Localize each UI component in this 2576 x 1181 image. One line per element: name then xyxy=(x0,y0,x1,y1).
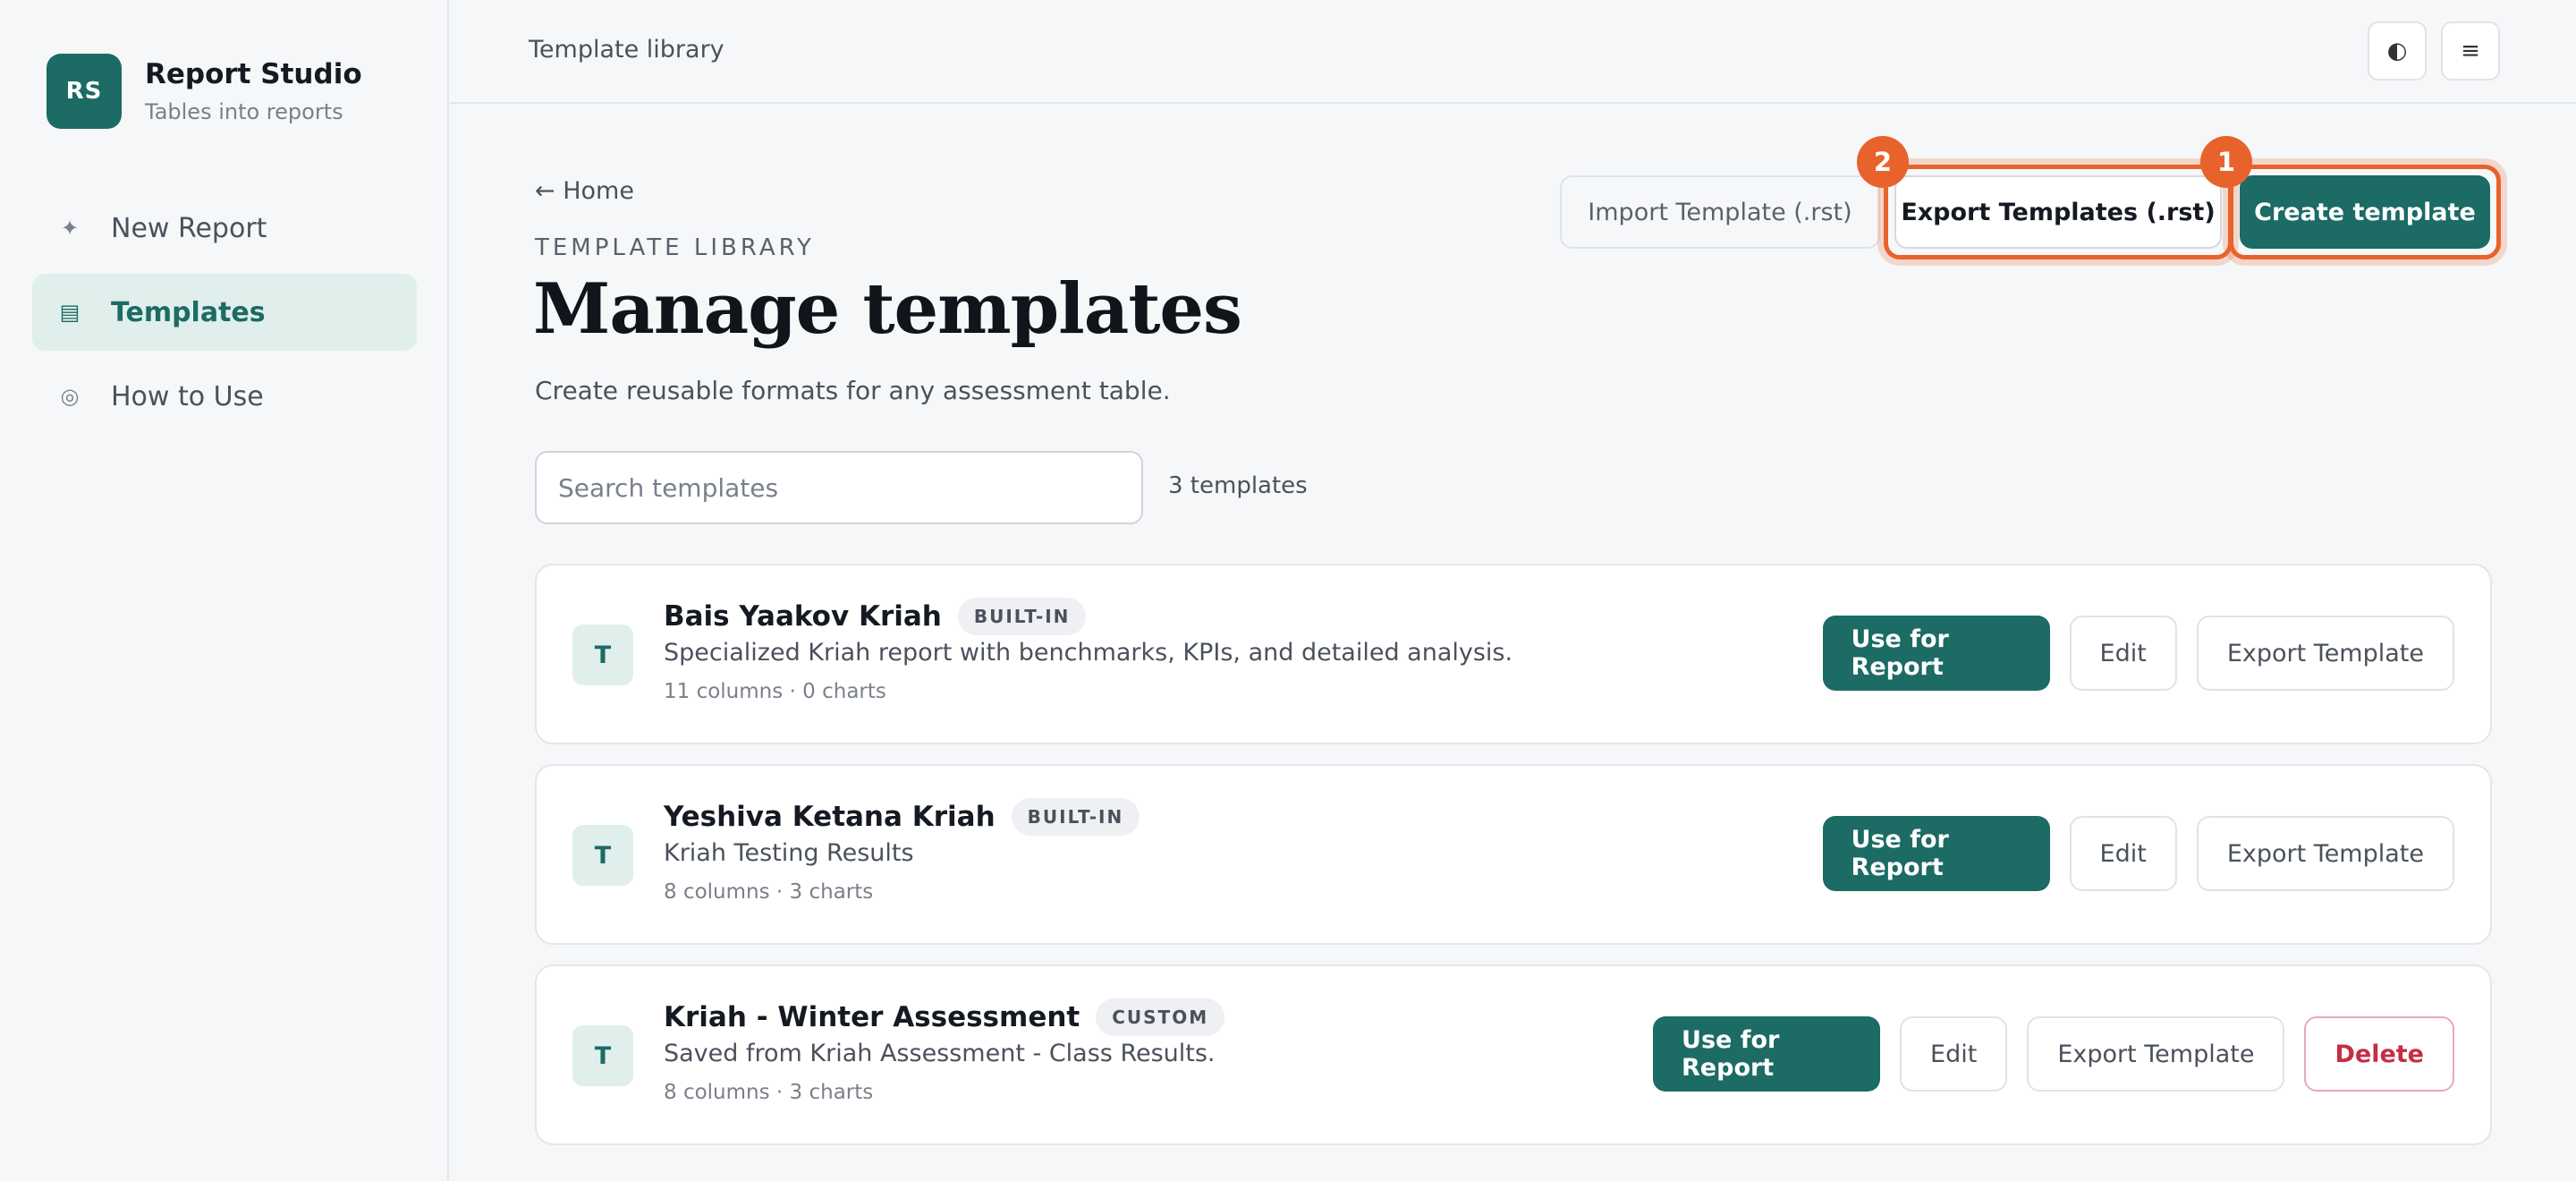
template-card: T Bais Yaakov Kriah BUILT-IN Specialized… xyxy=(535,564,2492,744)
sidebar-item-new-report[interactable]: ✦ New Report xyxy=(32,190,417,267)
app-tagline: Tables into reports xyxy=(145,99,343,124)
template-type-badge: BUILT-IN xyxy=(957,598,1087,635)
template-type-badge: CUSTOM xyxy=(1096,998,1225,1036)
use-for-report-button[interactable]: Use for Report xyxy=(1822,616,2050,691)
theme-toggle-button[interactable]: ◐ xyxy=(2368,21,2427,81)
help-circle-icon: ◎ xyxy=(60,384,80,409)
sidebar-item-label: Templates xyxy=(111,296,266,328)
template-avatar: T xyxy=(572,624,633,685)
create-template-button[interactable]: Create template xyxy=(2240,175,2490,249)
template-avatar: T xyxy=(572,825,633,886)
page-subtitle: Create reusable formats for any assessme… xyxy=(535,376,1171,405)
export-templates-button[interactable]: Export Templates (.rst) xyxy=(1894,175,2222,249)
template-meta: 8 columns · 3 charts xyxy=(664,880,874,904)
export-template-button[interactable]: Export Template xyxy=(2196,616,2454,691)
annotation-badge-1: 1 xyxy=(2200,136,2252,188)
menu-button[interactable]: ≡ xyxy=(2441,21,2500,81)
use-for-report-button[interactable]: Use for Report xyxy=(1822,816,2050,891)
annotation-badge-2: 2 xyxy=(1857,136,1909,188)
template-description: Saved from Kriah Assessment - Class Resu… xyxy=(664,1040,1216,1067)
delete-button[interactable]: Delete xyxy=(2304,1016,2454,1092)
menu-icon: ≡ xyxy=(2461,38,2480,64)
template-meta: 11 columns · 0 charts xyxy=(664,680,886,703)
page-eyebrow: TEMPLATE LIBRARY xyxy=(535,234,815,261)
brand[interactable]: RS Report Studio Tables into reports xyxy=(47,54,362,129)
list-icon: ▤ xyxy=(59,300,80,325)
sidebar-item-how-to-use[interactable]: ◎ How to Use xyxy=(32,358,417,435)
export-template-button[interactable]: Export Template xyxy=(2196,816,2454,891)
app-logo: RS xyxy=(47,54,122,129)
template-meta: 8 columns · 3 charts xyxy=(664,1081,874,1104)
sidebar-item-label: New Report xyxy=(111,212,267,244)
template-card: T Yeshiva Ketana Kriah BUILT-IN Kriah Te… xyxy=(535,764,2492,945)
edit-button[interactable]: Edit xyxy=(2069,816,2177,891)
sidebar-item-templates[interactable]: ▤ Templates xyxy=(32,274,417,351)
template-description: Specialized Kriah report with benchmarks… xyxy=(664,639,1513,667)
template-card: T Kriah - Winter Assessment CUSTOM Saved… xyxy=(535,964,2492,1145)
import-template-button[interactable]: Import Template (.rst) xyxy=(1560,175,1880,249)
export-template-button[interactable]: Export Template xyxy=(2027,1016,2285,1092)
sparkle-icon: ✦ xyxy=(60,216,80,241)
edit-button[interactable]: Edit xyxy=(2069,616,2177,691)
breadcrumb: Template library xyxy=(529,36,724,64)
template-count: 3 templates xyxy=(1168,472,1308,499)
search-input[interactable] xyxy=(535,451,1143,524)
app-name: Report Studio xyxy=(145,58,362,90)
template-name: Bais Yaakov Kriah xyxy=(664,600,942,633)
use-for-report-button[interactable]: Use for Report xyxy=(1653,1016,1881,1092)
sidebar: RS Report Studio Tables into reports ✦ N… xyxy=(0,0,449,1181)
template-description: Kriah Testing Results xyxy=(664,839,914,867)
sidebar-item-label: How to Use xyxy=(111,380,264,412)
template-name: Yeshiva Ketana Kriah xyxy=(664,801,996,833)
top-bar: Template library ◐ ≡ xyxy=(450,0,2576,104)
contrast-icon: ◐ xyxy=(2386,38,2408,64)
back-home-link[interactable]: ← Home xyxy=(535,177,634,205)
template-avatar: T xyxy=(572,1025,633,1086)
page-title: Manage templates xyxy=(533,268,1242,350)
template-type-badge: BUILT-IN xyxy=(1011,798,1140,836)
edit-button[interactable]: Edit xyxy=(1900,1016,2008,1092)
template-name: Kriah - Winter Assessment xyxy=(664,1001,1080,1033)
sidebar-nav: ✦ New Report ▤ Templates ◎ How to Use xyxy=(32,190,417,442)
